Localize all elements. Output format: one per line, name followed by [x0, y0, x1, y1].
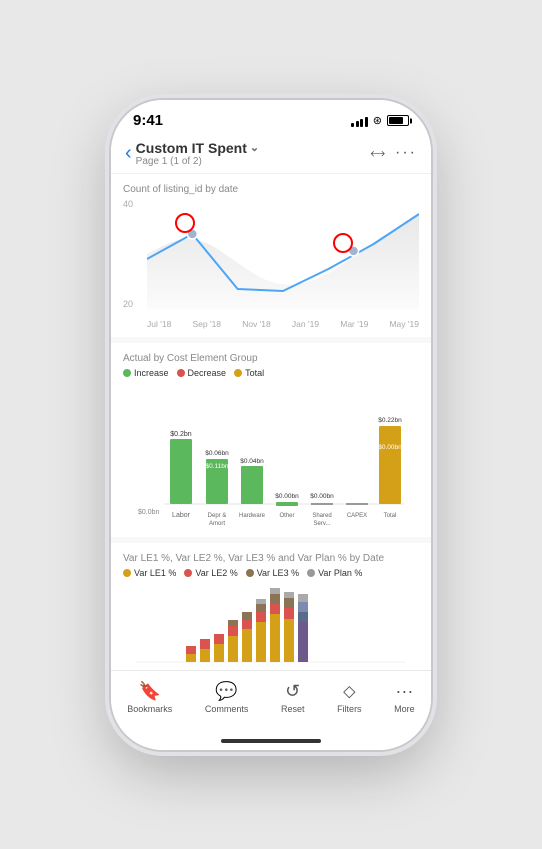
nav-comments[interactable]: 💬 Comments — [205, 681, 249, 714]
svg-text:$0.2bn: $0.2bn — [170, 431, 192, 438]
status-icons: ⊛ — [351, 114, 409, 127]
svg-text:$0.04bn: $0.04bn — [240, 458, 264, 465]
svg-text:Amort: Amort — [209, 521, 225, 527]
legend-decrease: Decrease — [177, 368, 227, 378]
back-button[interactable]: ‹ — [125, 142, 132, 165]
svg-text:Labor: Labor — [172, 512, 191, 519]
nav-reset[interactable]: ↺ Reset — [281, 681, 305, 714]
svg-text:Total: Total — [384, 513, 397, 519]
highlight-circle-1 — [175, 213, 195, 233]
app-header: ‹ Custom IT Spent ⌄ Page 1 (1 of 2) ⤢ ··… — [111, 134, 431, 174]
nav-more-label: More — [394, 704, 415, 714]
more-button[interactable]: ··· — [395, 144, 417, 162]
svg-text:Hardware: Hardware — [239, 513, 266, 519]
nav-filters-label: Filters — [337, 704, 362, 714]
svg-text:Other: Other — [279, 513, 294, 519]
svg-text:$0.00bn: $0.00bn — [275, 493, 299, 500]
svg-text:$0.22bn: $0.22bn — [378, 417, 402, 424]
bookmarks-icon: 🔖 — [139, 681, 161, 702]
phone-frame: 9:41 ⊛ ‹ Custom IT Spent — [111, 100, 431, 750]
waterfall-chart-section: Actual by Cost Element Group Increase De… — [111, 343, 431, 537]
nav-comments-label: Comments — [205, 704, 249, 714]
wifi-icon: ⊛ — [373, 114, 382, 127]
svg-text:CAPEX: CAPEX — [347, 513, 367, 519]
nav-bookmarks[interactable]: 🔖 Bookmarks — [127, 681, 172, 714]
notch — [211, 100, 331, 128]
nav-more[interactable]: ··· More — [394, 681, 415, 714]
stacked-chart-section: Var LE1 %, Var LE2 %, Var LE3 % and Var … — [111, 543, 431, 670]
svg-text:Serv...: Serv... — [314, 521, 331, 527]
home-bar — [221, 739, 321, 743]
content-area: Count of listing_id by date 40 20 — [111, 174, 431, 670]
line-chart-section: Count of listing_id by date 40 20 — [111, 174, 431, 337]
legend-dot-le3 — [246, 569, 254, 577]
legend-var-le1: Var LE1 % — [123, 568, 176, 578]
waterfall-chart: $0.0bn $0.2bn Labor $0.06bn $0.11bn Depr… — [123, 384, 419, 529]
svg-text:Depr &: Depr & — [208, 513, 227, 519]
title-chevron-icon[interactable]: ⌄ — [250, 141, 259, 154]
legend-dot-le2 — [184, 569, 192, 577]
stacked-chart-visual — [123, 584, 419, 664]
stacked-chart-title: Var LE1 %, Var LE2 %, Var LE3 % and Var … — [123, 553, 419, 564]
svg-text:$0.00bn: $0.00bn — [310, 493, 334, 500]
highlight-circle-2 — [333, 233, 353, 253]
legend-dot-plan — [307, 569, 315, 577]
bottom-nav: 🔖 Bookmarks 💬 Comments ↺ Reset ⬦ Filters… — [111, 670, 431, 732]
report-title: Custom IT Spent ⌄ — [136, 140, 259, 156]
nav-reset-label: Reset — [281, 704, 305, 714]
battery-icon — [387, 115, 409, 126]
home-indicator — [111, 732, 431, 750]
legend-var-plan: Var Plan % — [307, 568, 362, 578]
waterfall-legend: Increase Decrease Total — [123, 368, 419, 378]
comments-icon: 💬 — [215, 681, 237, 702]
header-right: ⤢ ··· — [372, 144, 417, 162]
status-time: 9:41 — [133, 112, 163, 129]
signal-icon — [351, 115, 368, 127]
filters-icon: ⬦ — [343, 681, 356, 702]
svg-text:$0.06bn: $0.06bn — [205, 450, 229, 457]
more-nav-icon: ··· — [395, 681, 413, 702]
x-axis-labels: Jul '18 Sep '18 Nov '18 Jan '19 Mar '19 … — [147, 319, 419, 329]
expand-icon[interactable]: ⤢ — [367, 143, 387, 163]
nav-filters[interactable]: ⬦ Filters — [337, 681, 362, 714]
header-left: ‹ Custom IT Spent ⌄ Page 1 (1 of 2) — [125, 140, 259, 167]
nav-bookmarks-label: Bookmarks — [127, 704, 172, 714]
legend-var-le3: Var LE3 % — [246, 568, 299, 578]
svg-text:$0.11bn: $0.11bn — [205, 463, 228, 470]
legend-dot-le1 — [123, 569, 131, 577]
page-indicator: Page 1 (1 of 2) — [136, 156, 259, 167]
line-chart-title: Count of listing_id by date — [123, 184, 419, 195]
phone-screen: 9:41 ⊛ ‹ Custom IT Spent — [111, 100, 431, 750]
legend-dot-decrease — [177, 369, 185, 377]
svg-text:($0.00bn): ($0.00bn) — [376, 444, 404, 451]
svg-text:Shared: Shared — [312, 513, 331, 519]
waterfall-chart-title: Actual by Cost Element Group — [123, 353, 419, 364]
line-chart-svg — [147, 199, 419, 309]
legend-dot-increase — [123, 369, 131, 377]
line-chart-container: 40 20 — [123, 199, 419, 329]
legend-var-le2: Var LE2 % — [184, 568, 237, 578]
legend-increase: Increase — [123, 368, 169, 378]
y-axis-labels: 40 20 — [123, 199, 133, 309]
svg-text:$0.0bn: $0.0bn — [138, 509, 160, 516]
legend-total: Total — [234, 368, 264, 378]
legend-dot-total — [234, 369, 242, 377]
stacked-legend: Var LE1 % Var LE2 % Var LE3 % Var Plan % — [123, 568, 419, 578]
reset-icon: ↺ — [285, 681, 300, 702]
